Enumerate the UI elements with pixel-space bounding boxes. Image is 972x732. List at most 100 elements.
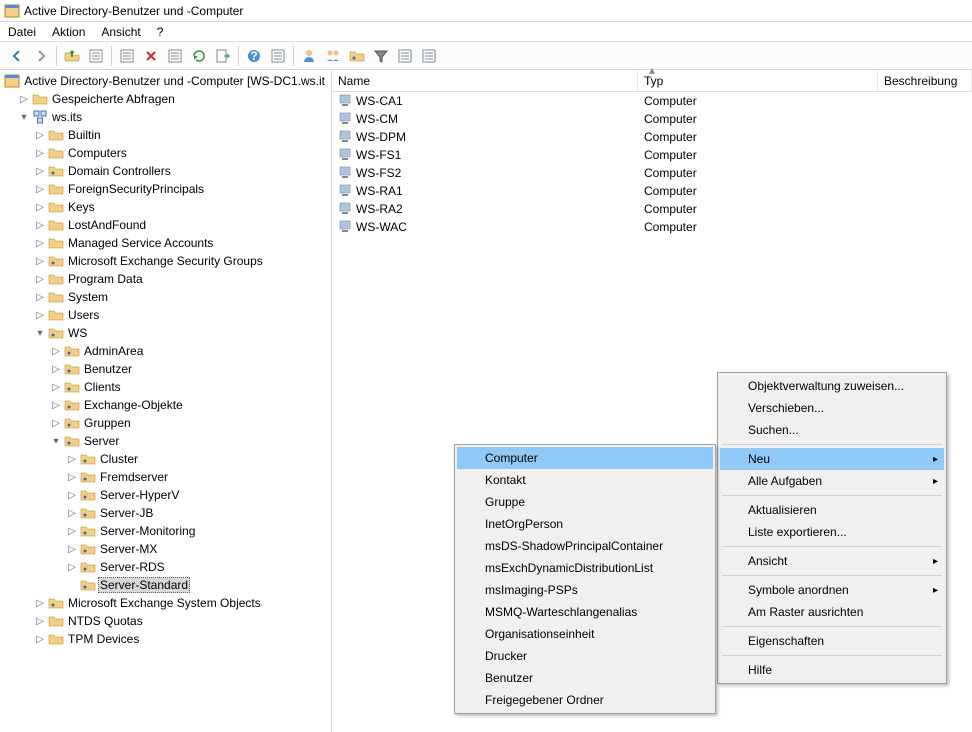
expander-icon[interactable]: ▷ bbox=[64, 544, 80, 555]
list-row[interactable]: WS-CA1Computer bbox=[332, 92, 972, 110]
cm2-user[interactable]: Benutzer bbox=[457, 667, 713, 689]
new-group-button[interactable] bbox=[322, 45, 344, 67]
tree-keys[interactable]: ▷Keys bbox=[0, 198, 331, 216]
tree-root[interactable]: Active Directory-Benutzer und -Computer … bbox=[0, 72, 331, 90]
cm2-ou[interactable]: Organisationseinheit bbox=[457, 623, 713, 645]
expander-icon[interactable]: ▾ bbox=[48, 436, 64, 447]
cm-export[interactable]: Liste exportieren... bbox=[720, 521, 944, 543]
nav-forward-button[interactable] bbox=[30, 45, 52, 67]
tree-mx[interactable]: ▷Server-MX bbox=[0, 540, 331, 558]
col-type[interactable]: Typ bbox=[638, 70, 878, 91]
tree-jb[interactable]: ▷Server-JB bbox=[0, 504, 331, 522]
add-criteria-button[interactable] bbox=[418, 45, 440, 67]
list-row[interactable]: WS-RA2Computer bbox=[332, 200, 972, 218]
cm2-msmq[interactable]: MSMQ-Warteschlangenalias bbox=[457, 601, 713, 623]
cm2-inetorg[interactable]: InetOrgPerson bbox=[457, 513, 713, 535]
find-objects-button[interactable] bbox=[394, 45, 416, 67]
tree-ntds[interactable]: ▷NTDS Quotas bbox=[0, 612, 331, 630]
tree-pane[interactable]: Active Directory-Benutzer und -Computer … bbox=[0, 70, 332, 732]
cm2-imaging[interactable]: msImaging-PSPs bbox=[457, 579, 713, 601]
expander-icon[interactable]: ▷ bbox=[64, 562, 80, 573]
tree-monitoring[interactable]: ▷Server-Monitoring bbox=[0, 522, 331, 540]
new-ou-button[interactable] bbox=[346, 45, 368, 67]
tree-clients[interactable]: ▷Clients bbox=[0, 378, 331, 396]
tree-benutzer[interactable]: ▷Benutzer bbox=[0, 360, 331, 378]
list-row[interactable]: WS-RA1Computer bbox=[332, 182, 972, 200]
tree-gruppen[interactable]: ▷Gruppen bbox=[0, 414, 331, 432]
menu-file[interactable]: Datei bbox=[8, 25, 36, 39]
tree-ws[interactable]: ▾WS bbox=[0, 324, 331, 342]
refresh-button[interactable] bbox=[188, 45, 210, 67]
tree-computers[interactable]: ▷Computers bbox=[0, 144, 331, 162]
tree-standard[interactable]: Server-Standard bbox=[0, 576, 331, 594]
expander-icon[interactable]: ▷ bbox=[32, 184, 48, 195]
menu-view[interactable]: Ansicht bbox=[101, 25, 140, 39]
tree-lostfound[interactable]: ▷LostAndFound bbox=[0, 216, 331, 234]
cut-button[interactable] bbox=[116, 45, 138, 67]
list-row[interactable]: WS-WACComputer bbox=[332, 218, 972, 236]
expander-icon[interactable]: ▷ bbox=[48, 418, 64, 429]
expander-icon[interactable]: ▷ bbox=[64, 508, 80, 519]
tree-domain[interactable]: ▾ ws.its bbox=[0, 108, 331, 126]
tree-builtin[interactable]: ▷Builtin bbox=[0, 126, 331, 144]
expander-icon[interactable]: ▷ bbox=[48, 400, 64, 411]
cm-move[interactable]: Verschieben... bbox=[720, 397, 944, 419]
tree-saved-queries[interactable]: ▷ Gespeicherte Abfragen bbox=[0, 90, 331, 108]
expander-icon[interactable]: ▾ bbox=[16, 112, 32, 123]
tree-rds[interactable]: ▷Server-RDS bbox=[0, 558, 331, 576]
expander-icon[interactable]: ▷ bbox=[64, 490, 80, 501]
cm2-shadow[interactable]: msDS-ShadowPrincipalContainer bbox=[457, 535, 713, 557]
tree-adminarea[interactable]: ▷AdminArea bbox=[0, 342, 331, 360]
cm-search[interactable]: Suchen... bbox=[720, 419, 944, 441]
expander-icon[interactable]: ▷ bbox=[32, 310, 48, 321]
menu-help[interactable]: ? bbox=[157, 25, 164, 39]
help-button[interactable] bbox=[243, 45, 265, 67]
expander-icon[interactable]: ▷ bbox=[32, 166, 48, 177]
tree-progdata[interactable]: ▷Program Data bbox=[0, 270, 331, 288]
cm-properties[interactable]: Eigenschaften bbox=[720, 630, 944, 652]
cm2-computer[interactable]: Computer bbox=[457, 447, 713, 469]
cm-alltasks[interactable]: Alle Aufgaben▸ bbox=[720, 470, 944, 492]
list-row[interactable]: WS-DPMComputer bbox=[332, 128, 972, 146]
cm-help[interactable]: Hilfe bbox=[720, 659, 944, 681]
expander-icon[interactable]: ▷ bbox=[48, 364, 64, 375]
tree-hyperv[interactable]: ▷Server-HyperV bbox=[0, 486, 331, 504]
tree-meso[interactable]: ▷Microsoft Exchange System Objects bbox=[0, 594, 331, 612]
expander-icon[interactable]: ▷ bbox=[32, 616, 48, 627]
filter-button[interactable] bbox=[370, 45, 392, 67]
expander-icon[interactable]: ▷ bbox=[32, 130, 48, 141]
cm2-share[interactable]: Freigegebener Ordner bbox=[457, 689, 713, 711]
expander-icon[interactable]: ▷ bbox=[16, 94, 32, 105]
list-row[interactable]: WS-FS1Computer bbox=[332, 146, 972, 164]
cm2-group[interactable]: Gruppe bbox=[457, 491, 713, 513]
expander-icon[interactable]: ▷ bbox=[64, 526, 80, 537]
expander-icon[interactable]: ▾ bbox=[32, 328, 48, 339]
menu-action[interactable]: Aktion bbox=[52, 25, 85, 39]
tree-mesg[interactable]: ▷Microsoft Exchange Security Groups bbox=[0, 252, 331, 270]
find-button[interactable] bbox=[267, 45, 289, 67]
tree-fsp[interactable]: ▷ForeignSecurityPrincipals bbox=[0, 180, 331, 198]
new-user-button[interactable] bbox=[298, 45, 320, 67]
expander-icon[interactable]: ▷ bbox=[32, 634, 48, 645]
tree-users[interactable]: ▷Users bbox=[0, 306, 331, 324]
expander-icon[interactable]: ▷ bbox=[32, 148, 48, 159]
cm-view[interactable]: Ansicht▸ bbox=[720, 550, 944, 572]
tree-fremd[interactable]: ▷Fremdserver bbox=[0, 468, 331, 486]
expander-icon[interactable]: ▷ bbox=[32, 256, 48, 267]
tree-system[interactable]: ▷System bbox=[0, 288, 331, 306]
up-level-button[interactable] bbox=[61, 45, 83, 67]
show-hide-tree-button[interactable] bbox=[85, 45, 107, 67]
cm-delegate[interactable]: Objektverwaltung zuweisen... bbox=[720, 375, 944, 397]
expander-icon[interactable]: ▷ bbox=[64, 472, 80, 483]
expander-icon[interactable]: ▷ bbox=[32, 292, 48, 303]
cm2-exchdl[interactable]: msExchDynamicDistributionList bbox=[457, 557, 713, 579]
expander-icon[interactable]: ▷ bbox=[32, 274, 48, 285]
cm2-printer[interactable]: Drucker bbox=[457, 645, 713, 667]
tree-server[interactable]: ▾Server bbox=[0, 432, 331, 450]
cm-refresh[interactable]: Aktualisieren bbox=[720, 499, 944, 521]
export-list-button[interactable] bbox=[212, 45, 234, 67]
properties-button[interactable] bbox=[164, 45, 186, 67]
expander-icon[interactable]: ▷ bbox=[32, 598, 48, 609]
col-name[interactable]: Name bbox=[332, 70, 638, 91]
resize-handle-icon[interactable]: ▴ bbox=[632, 67, 672, 73]
